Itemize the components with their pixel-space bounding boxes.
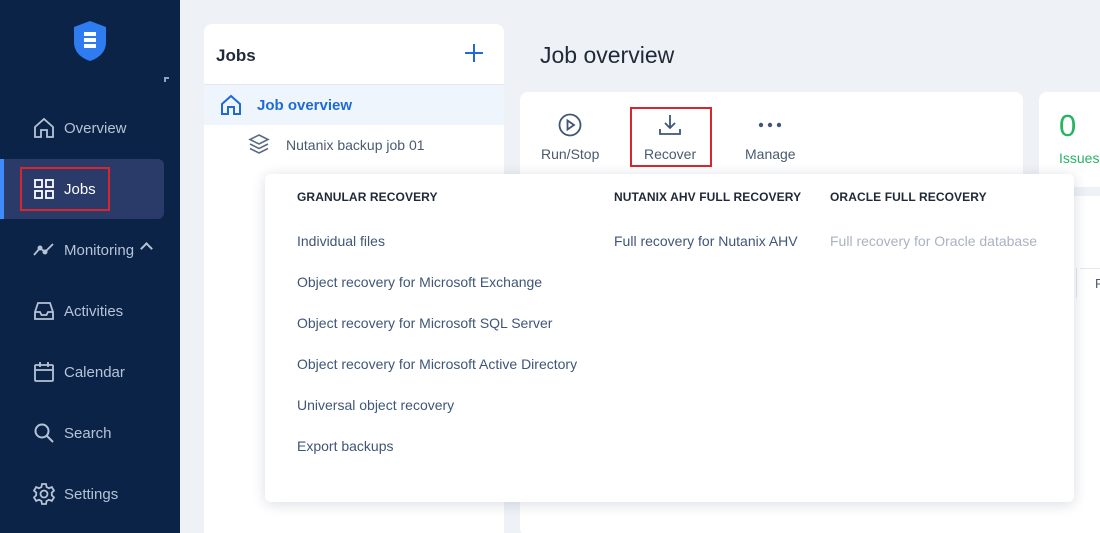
divider — [1080, 268, 1100, 269]
calendar-icon — [32, 360, 56, 384]
issues-card[interactable]: 0 Issues — [1039, 92, 1100, 187]
sidebar-item-calendar[interactable]: Calendar — [0, 342, 180, 402]
menu-item-exchange-recovery[interactable]: Object recovery for Microsoft Exchange — [297, 274, 542, 290]
sidebar-item-label: Overview — [64, 119, 127, 137]
tree-item-job-overview[interactable]: Job overview — [204, 85, 504, 125]
manage-button[interactable]: Manage — [740, 92, 800, 172]
sidebar-item-label: Activities — [64, 302, 124, 320]
sidebar-item-label: Settings — [64, 485, 119, 503]
collapse-sidebar-icon[interactable] — [164, 77, 169, 82]
sidebar-item-overview[interactable]: Overview — [0, 98, 180, 158]
nutanix-job-icon — [247, 133, 271, 157]
issues-count: 0 — [1059, 108, 1077, 143]
app-logo-icon[interactable] — [72, 20, 108, 62]
issues-label: Issues — [1059, 150, 1100, 166]
oracle-recovery-heading: ORACLE FULL RECOVERY — [830, 190, 987, 204]
sidebar-item-settings[interactable]: Settings — [0, 464, 180, 524]
sidebar-item-activities[interactable]: Activities — [0, 281, 180, 341]
job-toolbar: Run/Stop Recover Manage — [520, 92, 1023, 187]
sidebar-item-label: Calendar — [64, 363, 125, 381]
highlight-box — [630, 107, 712, 167]
home-icon — [32, 116, 56, 140]
gear-icon — [32, 482, 56, 506]
run-stop-button[interactable]: Run/Stop — [540, 92, 600, 172]
sidebar-item-search[interactable]: Search — [0, 403, 180, 463]
menu-item-active-directory-recovery[interactable]: Object recovery for Microsoft Active Dir… — [297, 356, 577, 372]
sidebar-item-label: Search — [64, 424, 112, 442]
page-title: Job overview — [540, 42, 675, 68]
nutanix-recovery-heading: NUTANIX AHV FULL RECOVERY — [614, 190, 802, 204]
menu-item-sql-recovery[interactable]: Object recovery for Microsoft SQL Server — [297, 315, 552, 331]
search-icon — [32, 421, 56, 445]
more-dots-icon — [757, 112, 783, 138]
jobs-panel-title: Jobs — [216, 46, 256, 65]
sidebar-item-monitoring[interactable]: Monitoring — [0, 220, 180, 280]
tree-item-label: Nutanix backup job 01 — [286, 137, 425, 153]
granular-recovery-heading: GRANULAR RECOVERY — [297, 190, 438, 204]
home-icon — [220, 94, 242, 116]
inbox-icon — [32, 299, 56, 323]
menu-item-oracle-full-recovery: Full recovery for Oracle database — [830, 233, 1037, 249]
menu-item-export-backups[interactable]: Export backups — [297, 438, 394, 454]
run-stop-label: Run/Stop — [541, 146, 600, 162]
manage-label: Manage — [745, 146, 796, 162]
add-job-icon[interactable] — [464, 43, 484, 63]
menu-item-individual-files[interactable]: Individual files — [297, 233, 385, 249]
menu-item-nutanix-full-recovery[interactable]: Full recovery for Nutanix AHV — [614, 233, 798, 249]
chart-line-icon — [32, 238, 56, 262]
recover-menu: GRANULAR RECOVERY Individual files Objec… — [265, 174, 1074, 502]
menu-item-universal-object-recovery[interactable]: Universal object recovery — [297, 397, 454, 413]
tree-item-nutanix-job[interactable]: Nutanix backup job 01 — [204, 125, 504, 165]
highlight-box — [20, 167, 110, 211]
sidebar: Overview Jobs Monitoring Activities Cale… — [0, 0, 180, 533]
play-circle-icon — [557, 112, 583, 138]
tree-item-label: Job overview — [257, 97, 353, 114]
sidebar-item-label: Monitoring — [64, 241, 135, 259]
column-divider — [1076, 268, 1077, 298]
table-header-fragment: F — [1095, 276, 1100, 291]
